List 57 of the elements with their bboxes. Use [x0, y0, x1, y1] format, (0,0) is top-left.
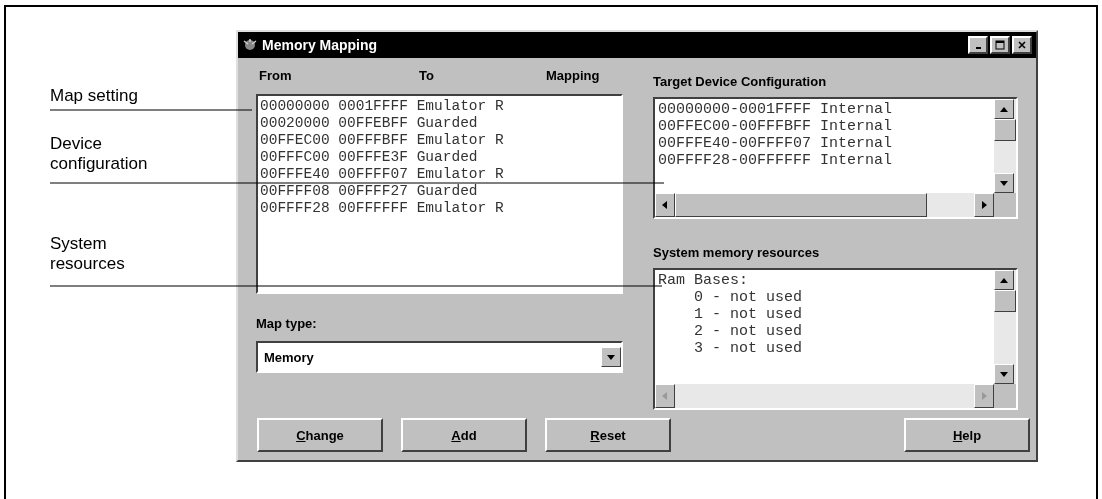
map-row[interactable]: 00FFFF28 00FFFFFF Emulator R — [260, 200, 619, 217]
list-line: 1 - not used — [693, 306, 803, 323]
right-arrow-icon — [981, 392, 987, 400]
map-list[interactable]: 00000000 0001FFFF Emulator R 00020000 00FFEBFF Guarded 00FFEC00 00FFFBFF Emulator R 00FFFC00 00FFFE3F Guarded 00FFFE40 00FFFF07 Emulator R 00FFFF08 00FFFF27 Guarded 00FFFF28 00FFFFFF Emulator R — [256, 94, 623, 294]
left-arrow-icon — [662, 392, 668, 400]
dialog-button[interactable]: Add — [401, 418, 527, 452]
callout-label: Device configuration — [50, 134, 149, 174]
horizontal-scrollbar[interactable] — [655, 193, 994, 217]
app-icon — [242, 37, 258, 53]
up-arrow-icon — [1000, 106, 1008, 112]
caret-icon — [607, 354, 615, 360]
list-line: 3 - not used — [693, 340, 803, 357]
map-row[interactable]: 00FFFE40 00FFFF07 Emulator R — [260, 166, 619, 183]
system-resources-label: System memory resources — [653, 245, 821, 260]
vertical-scrollbar[interactable] — [994, 99, 1016, 193]
dropdown-button[interactable] — [601, 347, 621, 367]
dialog-button[interactable]: Change — [257, 418, 383, 452]
scrollbar-corner — [994, 384, 1016, 408]
map-type-label: Map type: — [256, 316, 318, 331]
map-type-dropdown[interactable]: Memory — [256, 341, 623, 373]
window-title: Memory Mapping — [262, 37, 378, 53]
map-row[interactable]: 00000000 0001FFFF Emulator R — [260, 98, 619, 115]
map-row[interactable]: 00FFEC00 00FFFBFF Emulator R — [260, 132, 619, 149]
list-line: 00FFFE40-00FFFF07 Internal — [658, 135, 894, 152]
map-row[interactable]: 00FFFF08 00FFFF27 Guarded — [260, 183, 619, 200]
vertical-scrollbar[interactable] — [994, 270, 1016, 384]
callout-label: System resources — [50, 234, 126, 274]
close-button[interactable] — [1012, 36, 1032, 54]
maximize-button[interactable] — [990, 36, 1010, 54]
down-arrow-icon — [1000, 180, 1008, 186]
list-line: 00FFFF28-00FFFFFF Internal — [658, 152, 894, 169]
map-row[interactable]: 00FFFC00 00FFFE3F Guarded — [260, 149, 619, 166]
map-row[interactable]: 00020000 00FFEBFF Guarded — [260, 115, 619, 132]
column-header: Mapping — [546, 68, 600, 83]
list-line: 00000000-0001FFFF Internal — [658, 101, 894, 118]
down-arrow-icon — [1000, 371, 1008, 377]
list-line: 00FFEC00-00FFFBFF Internal — [658, 118, 894, 135]
list-line: 0 - not used — [693, 289, 803, 306]
maximize-icon — [995, 40, 1005, 50]
callout-label: Map setting — [50, 86, 139, 106]
left-arrow-icon — [662, 201, 668, 209]
close-icon — [1017, 40, 1027, 50]
list-line: 2 - not used — [693, 323, 803, 340]
minimize-icon — [975, 47, 981, 49]
scrollbar-corner — [994, 193, 1016, 217]
right-arrow-icon — [981, 201, 987, 209]
dialog-button[interactable]: Reset — [545, 418, 671, 452]
device-config-label: Target Device Configuration — [653, 74, 828, 89]
scroll-thumb[interactable] — [994, 119, 1016, 141]
list-line: Ram Bases: — [658, 272, 749, 289]
up-arrow-icon — [1000, 277, 1008, 283]
column-header: To — [419, 68, 434, 83]
column-header: From — [259, 68, 292, 83]
scroll-thumb[interactable] — [675, 193, 927, 217]
help-button[interactable]: Help — [904, 418, 1030, 452]
minimize-button[interactable] — [968, 36, 988, 54]
scroll-thumb[interactable] — [994, 290, 1016, 312]
